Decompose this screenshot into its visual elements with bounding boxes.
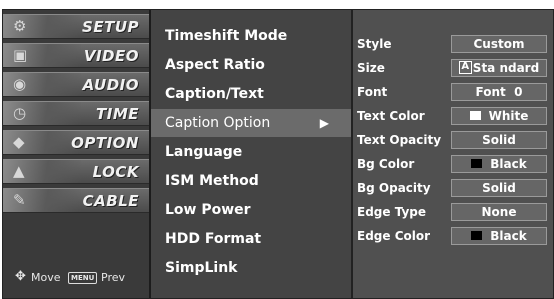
menu-item-setup[interactable]: ⚙ SETUP — [3, 14, 149, 39]
menu-item-audio[interactable]: ◉ AUDIO — [3, 72, 149, 97]
audio-icon: ◉ — [13, 75, 27, 93]
font-value[interactable]: Font 0 — [451, 83, 547, 101]
submenu-item-timeshift-mode[interactable]: Timeshift Mode — [151, 22, 351, 50]
size-label: Size — [357, 61, 385, 75]
text-color-value[interactable]: White — [451, 107, 547, 125]
option-icon: ◆ — [13, 133, 25, 151]
menu-item-label: SETUP — [82, 18, 139, 36]
bg-color-value-text: Black — [490, 157, 527, 171]
bg-opacity-label: Bg Opacity — [357, 181, 431, 195]
bg-color-label: Bg Color — [357, 157, 415, 171]
menu-item-label: VIDEO — [83, 47, 139, 65]
bg-opacity-value[interactable]: Solid — [451, 179, 547, 197]
text-color-label: Text Color — [357, 109, 425, 123]
menu-key-icon: MENU — [68, 272, 98, 284]
edge-color-value[interactable]: Black — [451, 227, 547, 245]
text-opacity-label: Text Opacity — [357, 133, 442, 147]
menu-item-option[interactable]: ◆ OPTION — [3, 130, 149, 155]
edge-type-label: Edge Type — [357, 205, 427, 219]
menu-item-video[interactable]: ▣ VIDEO — [3, 43, 149, 68]
style-value[interactable]: Custom — [451, 35, 547, 53]
white-swatch-icon — [469, 111, 481, 120]
tv-menu-screen: ⚙ SETUP ▣ VIDEO ◉ AUDIO ◷ TIME ◆ OPTION … — [2, 9, 554, 299]
setup-icon: ⚙ — [13, 17, 27, 35]
size-value-text: Sta ndard — [472, 61, 540, 75]
menu-item-time[interactable]: ◷ TIME — [3, 101, 149, 126]
caption-options-panel: Style Custom Size A Sta ndard Font Font 0… — [353, 10, 553, 298]
black-swatch-icon — [471, 231, 483, 240]
submenu-item-language[interactable]: Language — [151, 138, 351, 166]
menu-item-lock[interactable]: ▲ LOCK — [3, 159, 149, 184]
menu-item-label: OPTION — [71, 134, 139, 152]
submenu-item-aspect-ratio[interactable]: Aspect Ratio — [151, 51, 351, 79]
submenu-item-simplink[interactable]: SimpLink — [151, 254, 351, 282]
menu-item-cable[interactable]: ✎ CABLE — [3, 188, 149, 213]
menu-item-label: AUDIO — [82, 76, 139, 94]
clock-icon: ◷ — [13, 104, 27, 122]
submenu-item-caption-option[interactable]: Caption Option ▶ — [151, 109, 351, 137]
submenu-item-low-power[interactable]: Low Power — [151, 196, 351, 224]
size-preview-icon: A — [458, 61, 472, 74]
lock-icon: ▲ — [13, 162, 25, 180]
bg-color-value[interactable]: Black — [451, 155, 547, 173]
text-color-value-text: White — [488, 109, 529, 123]
submenu-item-ism-method[interactable]: ISM Method — [151, 167, 351, 195]
size-value[interactable]: A Sta ndard — [451, 59, 547, 77]
font-label: Font — [357, 85, 388, 99]
style-label: Style — [357, 37, 392, 51]
submenu-item-caption-text[interactable]: Caption/Text — [151, 80, 351, 108]
navigation-icon: ✥ — [15, 269, 26, 284]
menu-item-label: TIME — [96, 105, 139, 123]
move-hint: Move — [31, 271, 61, 284]
submenu-item-label: Caption Option — [165, 115, 271, 131]
edge-color-label: Edge Color — [357, 229, 431, 243]
submenu-item-hdd-format[interactable]: HDD Format — [151, 225, 351, 253]
option-submenu: Timeshift Mode Aspect Ratio Caption/Text… — [151, 10, 353, 298]
text-opacity-value[interactable]: Solid — [451, 131, 547, 149]
prev-hint: Prev — [101, 271, 125, 284]
menu-item-label: LOCK — [92, 163, 139, 181]
cable-icon: ✎ — [13, 191, 26, 209]
video-icon: ▣ — [13, 46, 28, 64]
edge-color-value-text: Black — [490, 229, 527, 243]
arrow-right-icon: ▶ — [319, 116, 329, 130]
black-swatch-icon — [471, 159, 483, 168]
main-menu: ⚙ SETUP ▣ VIDEO ◉ AUDIO ◷ TIME ◆ OPTION … — [3, 10, 151, 298]
menu-item-label: CABLE — [82, 192, 139, 210]
edge-type-value[interactable]: None — [451, 203, 547, 221]
menu-footer: ✥ Move MENU Prev — [3, 266, 149, 288]
